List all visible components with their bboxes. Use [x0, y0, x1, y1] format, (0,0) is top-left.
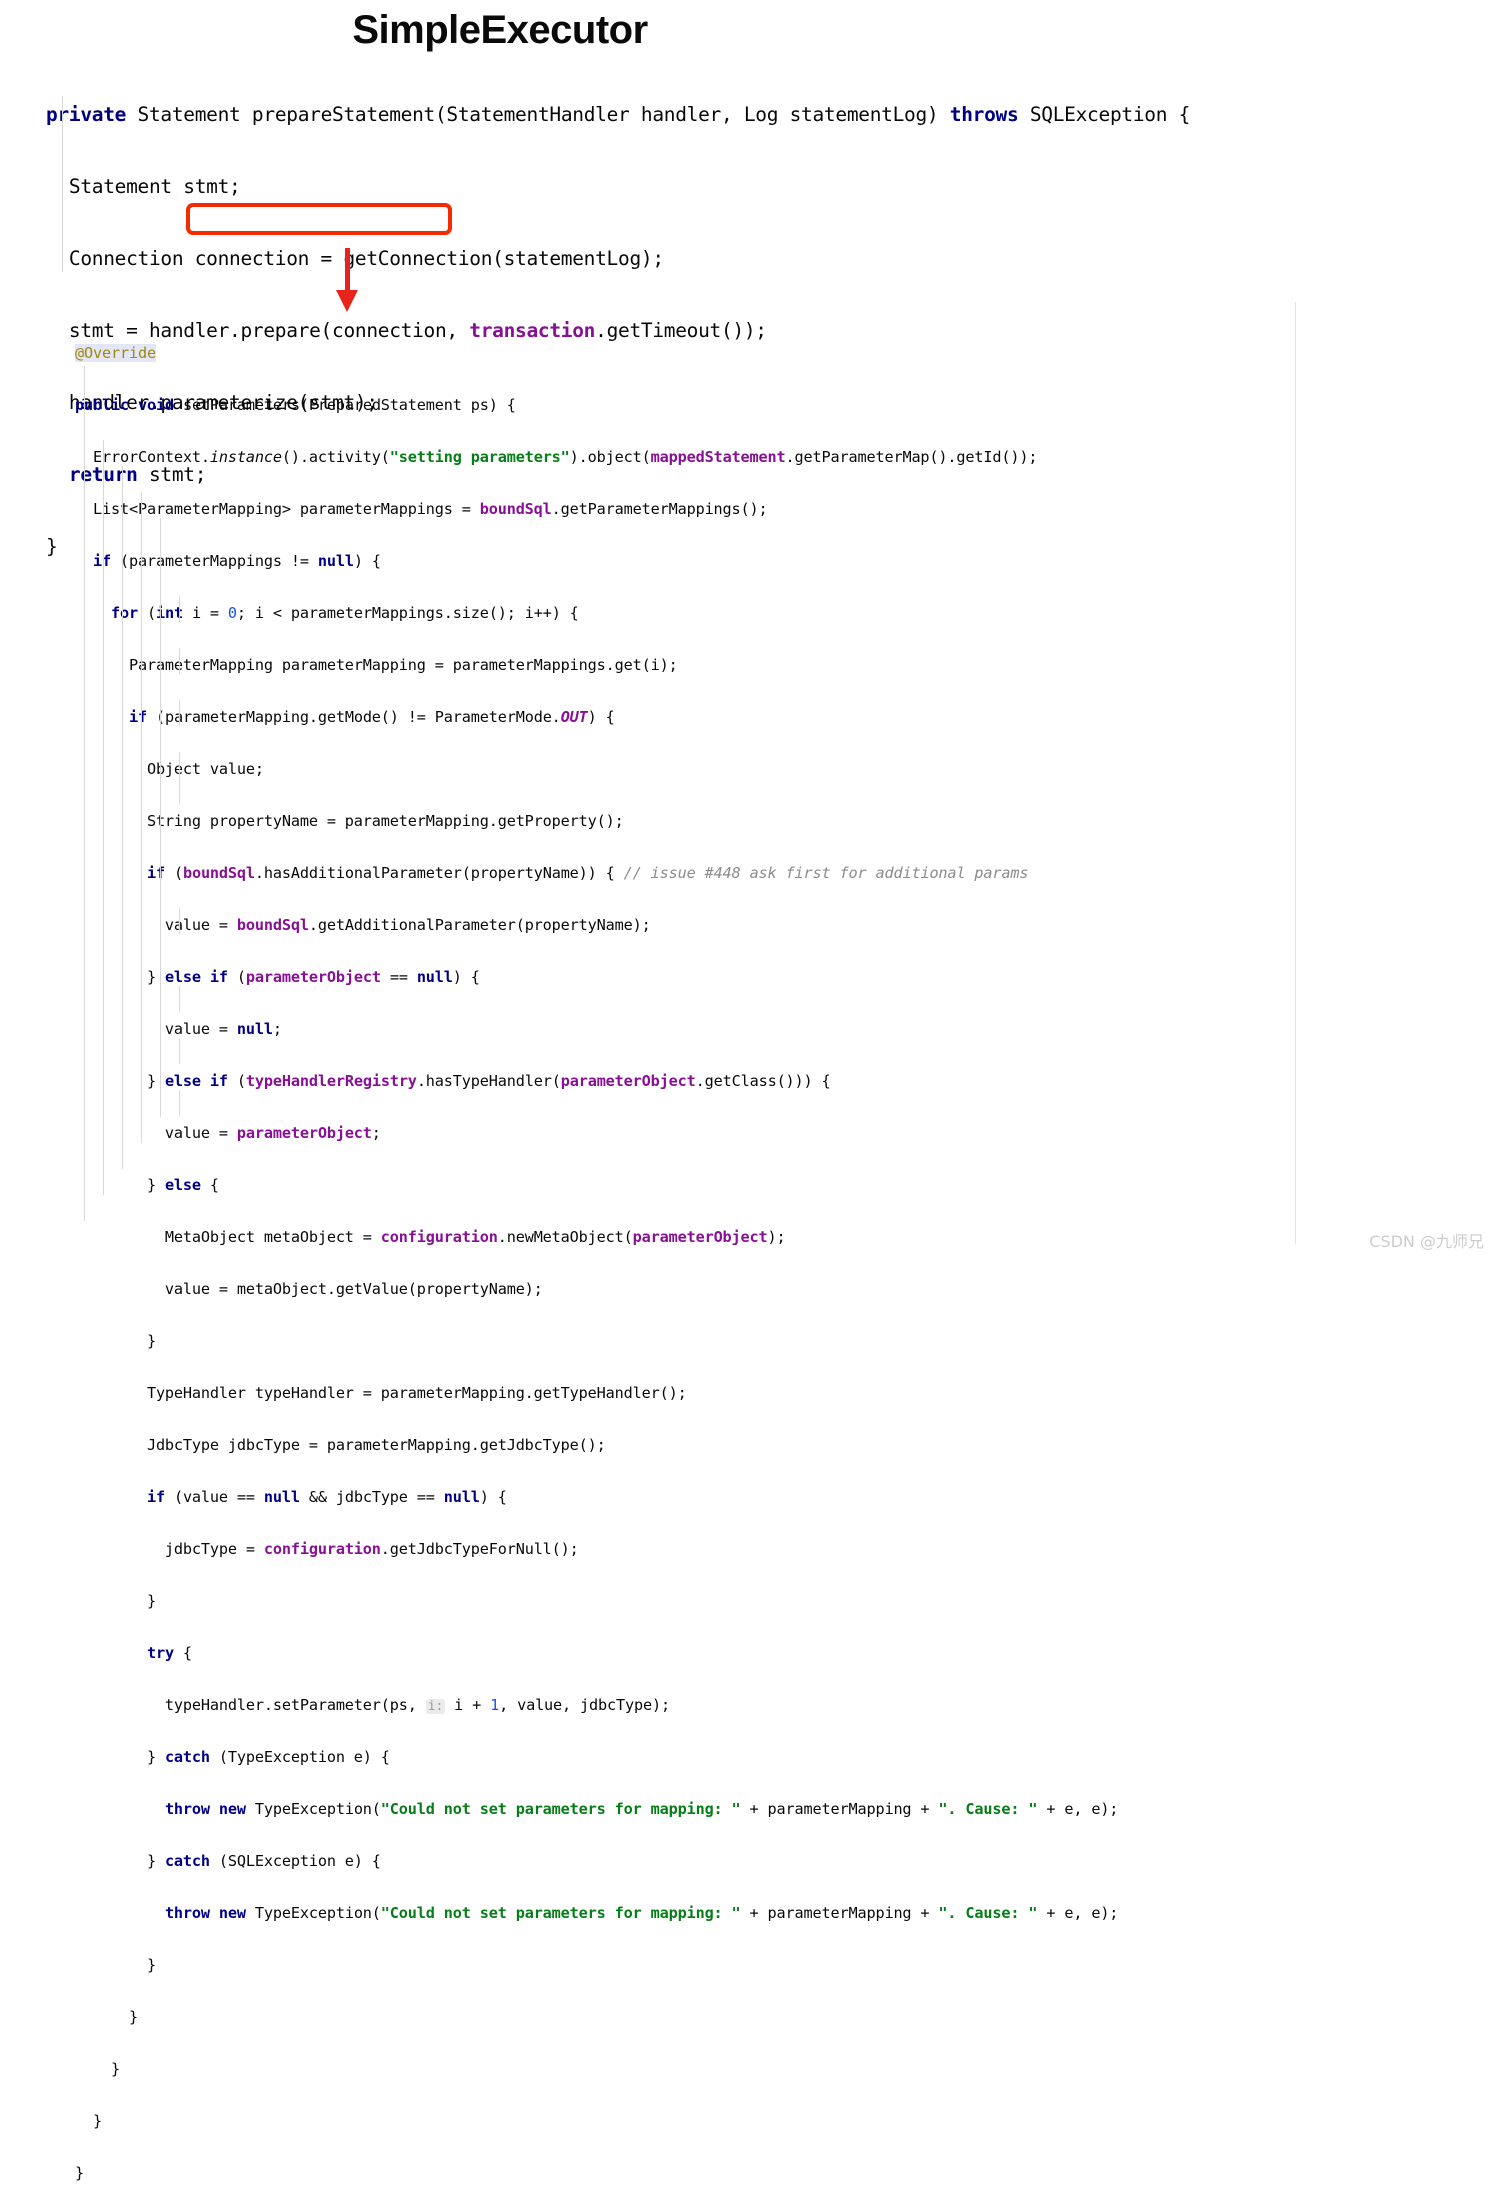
code-line: Statement stmt; [46, 175, 241, 198]
code-line: ParameterMapping parameterMapping = para… [75, 656, 678, 674]
code-line: Connection connection = getConnection(st… [46, 247, 664, 270]
highlight-box-parameterize [186, 203, 452, 235]
code-line: typeHandler.setParameter(ps, i: i + 1, v… [75, 1696, 670, 1714]
code-line: value = parameterObject; [75, 1124, 381, 1142]
code-line: String propertyName = parameterMapping.g… [75, 812, 624, 830]
code-line: } else if (typeHandlerRegistry.hasTypeHa… [75, 1072, 831, 1090]
code-line: throw new TypeException("Could not set p… [164, 1904, 1119, 1922]
indent-guide [179, 596, 180, 622]
indent-guide [179, 1090, 180, 1116]
annotation-arrow-head [336, 290, 358, 312]
code-line: } else if (parameterObject == null) { [75, 968, 480, 986]
code-line: if (value == null && jdbcType == null) { [146, 1488, 507, 1506]
right-margin-guide [1295, 302, 1296, 1244]
code-line: jdbcType = configuration.getJdbcTypeForN… [75, 1540, 579, 1558]
code-line: } [75, 1592, 156, 1610]
code-line: } catch (SQLException e) { [75, 1852, 381, 1870]
code-line: ErrorContext.instance().activity("settin… [75, 448, 1038, 466]
code-line: } catch (TypeException e) { [75, 1748, 390, 1766]
code-line: } [75, 2060, 120, 2078]
code-line: throw new TypeException("Could not set p… [164, 1800, 1119, 1818]
code-block-set-parameters: @Override public void setParameters(Prep… [75, 314, 1118, 2212]
code-line-annotation: @Override [75, 344, 156, 362]
code-line: if (boundSql.hasAdditionalParameter(prop… [146, 864, 1029, 882]
code-line: value = boundSql.getAdditionalParameter(… [75, 916, 651, 934]
indent-guide [160, 518, 161, 1117]
code-line: if (parameterMappings != null) { [93, 552, 381, 570]
code-line: value = metaObject.getValue(propertyName… [75, 1280, 543, 1298]
code-line: MetaObject metaObject = configuration.ne… [75, 1228, 786, 1246]
code-line: for (int i = 0; i < parameterMappings.si… [110, 604, 579, 622]
indent-guide [179, 1038, 180, 1064]
indent-guide [84, 366, 85, 1221]
indent-guide [62, 96, 63, 272]
indent-guide [179, 752, 180, 804]
indent-guide [122, 466, 123, 1169]
code-line: try { [146, 1644, 192, 1662]
code-line: } [75, 1956, 156, 1974]
code-line: } [75, 2112, 102, 2130]
indent-guide [141, 492, 142, 1143]
code-line: if (parameterMapping.getMode() != Parame… [128, 708, 615, 726]
code-line: TypeHandler typeHandler = parameterMappi… [75, 1384, 687, 1402]
code-line: value = null; [75, 1020, 282, 1038]
code-line: } else { [75, 1176, 219, 1194]
indent-guide [179, 648, 180, 674]
inline-parameter-hint: i: [425, 1699, 446, 1714]
code-line: Object value; [75, 760, 264, 778]
watermark: CSDN @九师兄 [1369, 1232, 1484, 1251]
code-line: } [75, 2164, 84, 2182]
code-line: public void setParameters(PreparedStatem… [75, 396, 516, 414]
code-line: List<ParameterMapping> parameterMappings… [75, 500, 768, 518]
page-title: SimpleExecutor [352, 8, 648, 52]
indent-guide [103, 440, 104, 1195]
indent-guide [179, 908, 180, 934]
code-line: JdbcType jdbcType = parameterMapping.get… [75, 1436, 606, 1454]
indent-guide [179, 986, 180, 1012]
code-line: } [75, 2008, 138, 2026]
indent-guide [179, 700, 180, 726]
annotation-arrow-shaft [345, 248, 350, 296]
code-line: private Statement prepareStatement(State… [46, 103, 1191, 126]
code-line: } [75, 1332, 156, 1350]
